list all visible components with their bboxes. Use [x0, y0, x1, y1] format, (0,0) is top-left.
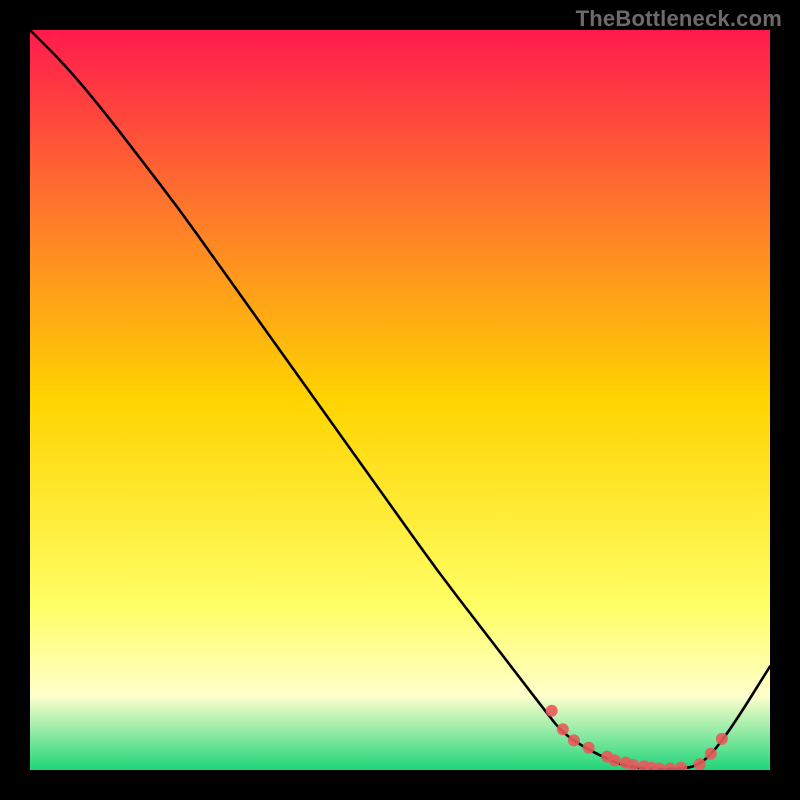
- chart-curve-layer: [30, 30, 770, 770]
- marker-point: [664, 763, 676, 770]
- watermark-text: TheBottleneck.com: [576, 6, 782, 32]
- marker-point: [705, 748, 717, 760]
- chart-frame: TheBottleneck.com: [0, 0, 800, 800]
- marker-point: [716, 733, 728, 745]
- marker-point: [568, 734, 580, 746]
- marker-point: [609, 754, 621, 766]
- marker-point: [694, 758, 706, 770]
- marker-point: [583, 742, 595, 754]
- marker-point: [557, 723, 569, 735]
- plot-area: [30, 30, 770, 770]
- marker-point: [675, 762, 687, 770]
- marker-point: [546, 705, 558, 717]
- curve-path: [30, 30, 770, 769]
- marker-group: [546, 705, 728, 770]
